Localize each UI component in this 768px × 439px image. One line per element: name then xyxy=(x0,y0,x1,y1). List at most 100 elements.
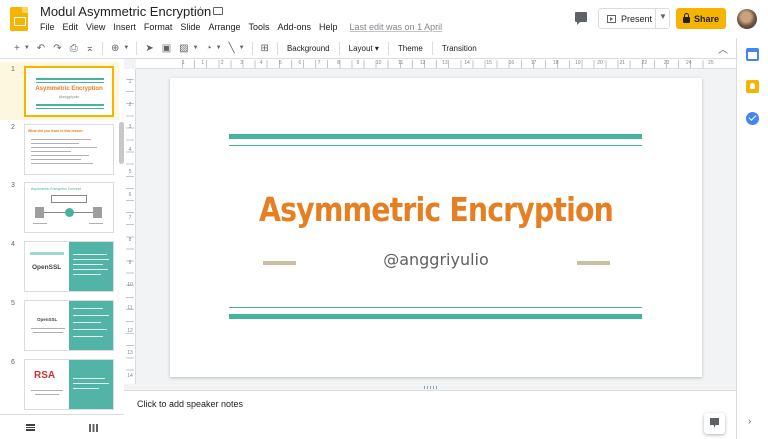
tasks-icon[interactable] xyxy=(746,112,759,125)
speaker-notes[interactable]: Click to add speaker notes xyxy=(124,390,736,439)
star-icon[interactable]: ☆ xyxy=(195,4,206,18)
image-icon[interactable]: ▨ xyxy=(175,43,192,54)
side-panel: › xyxy=(736,38,768,439)
menu-tools[interactable]: Tools xyxy=(244,22,273,32)
layout-button[interactable]: Layout ▾ xyxy=(344,44,384,53)
image-chevron-icon[interactable]: ▼ xyxy=(193,45,202,51)
ruler-h-number: 20 xyxy=(597,60,603,66)
explore-icon[interactable] xyxy=(704,413,725,434)
menu-slide[interactable]: Slide xyxy=(176,22,204,32)
ruler-h-number: 3 xyxy=(240,60,243,66)
filmstrip-slide-4[interactable]: 4 OpenSSL xyxy=(0,237,119,295)
comment-history-icon[interactable] xyxy=(575,12,587,25)
ruler-v-number: 12 xyxy=(127,327,133,334)
ruler-h-number: 19 xyxy=(575,60,581,66)
slides-logo-icon[interactable] xyxy=(10,7,28,31)
ruler-h-number: 1 xyxy=(182,60,185,66)
zoom-chevron-icon[interactable]: ▼ xyxy=(123,45,132,51)
menu-help[interactable]: Help xyxy=(315,22,342,32)
slide-number: 4 xyxy=(11,241,15,248)
theme-button[interactable]: Theme xyxy=(393,44,428,53)
folder-icon[interactable] xyxy=(213,7,223,15)
ruler-h-number: 14 xyxy=(464,60,470,66)
thumb-title: What did you learn in this lesson xyxy=(28,129,83,133)
transition-button[interactable]: Transition xyxy=(437,44,482,53)
menu-format[interactable]: Format xyxy=(140,22,177,32)
ruler-v-number: 7 xyxy=(128,214,132,221)
ruler-h-number: 2 xyxy=(220,60,224,66)
collapse-menus-chevron-icon[interactable]: ︿ xyxy=(718,41,728,56)
ruler-h-number: 21 xyxy=(619,60,625,66)
slide-thumbnail: What did you learn in this lesson xyxy=(24,124,114,175)
undo-icon[interactable]: ↶ xyxy=(33,43,49,54)
keep-icon[interactable] xyxy=(746,80,759,93)
ruler-h-number: 6 xyxy=(298,60,302,66)
ruler-h-number: 1 xyxy=(201,60,205,66)
present-button[interactable]: Present ▼ xyxy=(598,8,670,29)
menu-view[interactable]: View xyxy=(82,22,109,32)
zoom-icon[interactable]: ⊕ xyxy=(107,43,123,54)
filmstrip-slide-3[interactable]: 3 Asymmetric Encryption Concept xyxy=(0,178,119,236)
ruler-h-number: 7 xyxy=(317,60,321,66)
ruler-v-number: 8 xyxy=(128,237,132,244)
thumb-openssl-logo: OpenSSL xyxy=(37,317,58,322)
filmstrip-view-icon[interactable] xyxy=(26,424,35,431)
filmstrip-slide-6[interactable]: 6 RSA xyxy=(0,355,119,413)
shape-chevron-icon[interactable]: ▼ xyxy=(216,45,225,51)
insert-comment-icon[interactable]: ⊞ xyxy=(257,43,273,54)
paint-format-icon[interactable]: ⌅ xyxy=(82,43,98,54)
slide-canvas[interactable]: Asymmetric Encryption @anggriyulio xyxy=(170,78,702,377)
slide-title[interactable]: Asymmetric Encryption xyxy=(207,190,665,229)
select-cursor-icon[interactable]: ➤ xyxy=(141,43,157,54)
print-icon[interactable]: ⎙ xyxy=(66,43,82,54)
ruler-h-number: 10 xyxy=(375,60,382,66)
ruler-h-number: 22 xyxy=(641,60,648,66)
ruler-h-number: 24 xyxy=(685,60,692,66)
ruler-h-number: 5 xyxy=(278,60,282,66)
present-options-chevron-icon[interactable]: ▼ xyxy=(659,12,667,21)
notes-resize-handle[interactable] xyxy=(424,386,438,389)
show-side-panel-chevron-icon[interactable]: › xyxy=(748,416,751,427)
ruler-h-number: 18 xyxy=(552,60,559,66)
menu-bar: File Edit View Insert Format Slide Arran… xyxy=(36,22,442,32)
slide-thumbnail: Asymmetric Encryption @anggriyulio xyxy=(24,66,114,117)
filmstrip-slide-5[interactable]: 5 OpenSSL xyxy=(0,296,119,354)
ruler-h-number: 15 xyxy=(486,60,492,66)
toolbar: + ▼ ↶ ↷ ⎙ ⌅ ⊕ ▼ ➤ ▣ ▨ ▼ ◔ ▼ ╲ ▼ ⊞ Backgr… xyxy=(0,38,736,59)
grid-view-icon[interactable] xyxy=(89,424,98,432)
ruler-h-number: 16 xyxy=(508,60,515,66)
slide-subtitle[interactable]: @anggriyulio xyxy=(170,250,702,269)
menu-addons[interactable]: Add-ons xyxy=(273,22,315,32)
slide-thumbnail: OpenSSL xyxy=(24,300,114,351)
bottom-thin-line xyxy=(229,307,642,308)
ruler-v-number: 2 xyxy=(128,101,132,108)
ruler-h-number: 17 xyxy=(530,60,537,66)
speaker-notes-placeholder: Click to add speaker notes xyxy=(137,399,244,409)
filmstrip: 1 Asymmetric Encryption @anggriyulio 2 W… xyxy=(0,59,124,414)
slide-thumbnail: Asymmetric Encryption Concept xyxy=(24,182,114,233)
filmstrip-slide-2[interactable]: 2 What did you learn in this lesson xyxy=(0,120,119,178)
share-button[interactable]: Share xyxy=(676,8,726,29)
new-slide-chevron-icon[interactable]: ▼ xyxy=(24,45,33,51)
text-box-icon[interactable]: ▣ xyxy=(158,43,175,54)
last-edit-link[interactable]: Last edit was on 1 April xyxy=(350,22,443,32)
background-button[interactable]: Background xyxy=(282,44,335,53)
new-slide-plus-icon[interactable]: + xyxy=(10,43,24,54)
calendar-icon[interactable] xyxy=(746,48,759,61)
account-avatar[interactable] xyxy=(737,9,757,29)
menu-file[interactable]: File xyxy=(36,22,59,32)
line-chevron-icon[interactable]: ▼ xyxy=(239,45,248,51)
menu-insert[interactable]: Insert xyxy=(109,22,140,32)
thumb-computer-icon xyxy=(35,207,44,218)
line-icon[interactable]: ╲ xyxy=(225,43,239,54)
document-title[interactable]: Modul Asymmetric Encryption xyxy=(40,4,211,19)
ruler-h-number: 13 xyxy=(442,60,448,66)
shape-icon[interactable]: ◔ xyxy=(202,43,216,54)
menu-arrange[interactable]: Arrange xyxy=(204,22,244,32)
filmstrip-slide-1[interactable]: 1 Asymmetric Encryption @anggriyulio xyxy=(0,62,119,120)
menu-edit[interactable]: Edit xyxy=(59,22,83,32)
redo-icon[interactable]: ↷ xyxy=(49,43,65,54)
ruler-v-number: 5 xyxy=(128,169,132,176)
slide-number: 1 xyxy=(11,66,15,73)
share-label: Share xyxy=(693,13,719,24)
